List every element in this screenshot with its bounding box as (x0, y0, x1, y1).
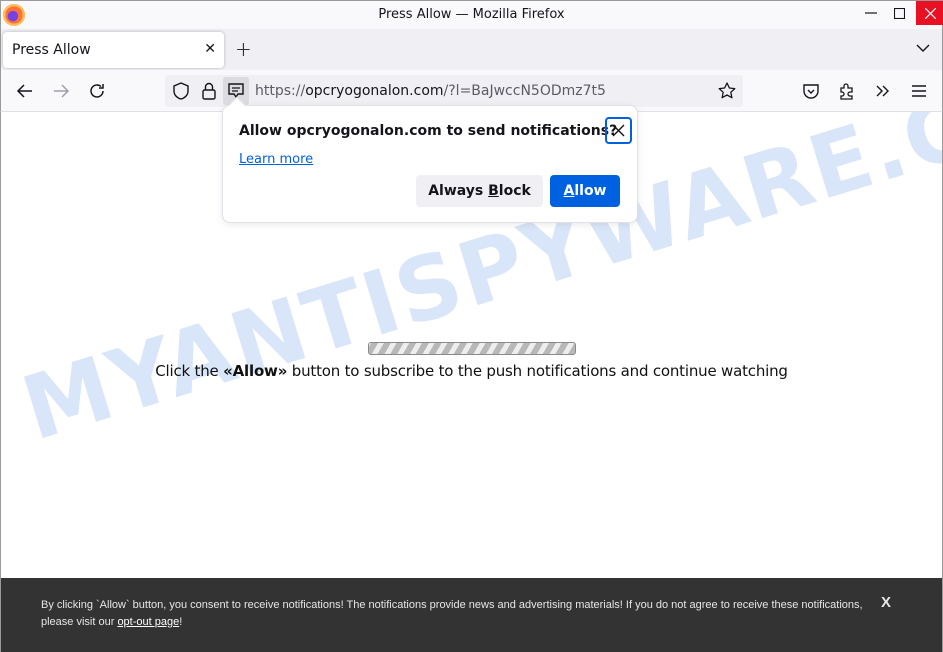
lock-icon[interactable] (199, 81, 219, 101)
tab-strip: Press Allow ✕ + (0, 29, 943, 70)
block-label-suffix: lock (498, 183, 531, 199)
overflow-chevrons-icon[interactable] (873, 81, 893, 101)
allow-label-suffix: llow (574, 183, 607, 199)
allow-button[interactable]: Allow (550, 175, 620, 207)
reload-icon[interactable] (87, 81, 107, 101)
pocket-icon[interactable] (801, 81, 821, 101)
learn-more-link[interactable]: Learn more (239, 152, 313, 167)
url-path: /?l=BaJwccN5ODmz7t5 (443, 83, 606, 99)
popup-message: Allow opcryogonalon.com to send notifica… (239, 123, 618, 139)
forward-arrow-icon[interactable] (51, 81, 71, 101)
consent-close-button[interactable]: X (881, 594, 891, 611)
url-text[interactable]: https://opcryogonalon.com/?l=BaJwccN5ODm… (255, 83, 606, 99)
window-title: Press Allow — Mozilla Firefox (378, 7, 565, 22)
consent-text-end: ! (179, 616, 183, 628)
cta-text-after: button to subscribe to the push notifica… (287, 362, 788, 380)
cta-text-before: Click the (155, 362, 224, 380)
opt-out-link[interactable]: opt-out page (117, 616, 179, 628)
new-tab-button[interactable]: + (235, 37, 252, 61)
minimize-icon (865, 12, 877, 14)
always-block-button[interactable]: Always Block (416, 175, 543, 207)
tab-press-allow[interactable]: Press Allow ✕ (3, 32, 224, 68)
close-icon (924, 7, 936, 19)
back-arrow-icon[interactable] (15, 81, 35, 101)
call-to-action-text: Click the «Allow» button to subscribe to… (1, 362, 942, 380)
allow-label-accel: A (563, 183, 575, 199)
notification-permission-popup: Allow opcryogonalon.com to send notifica… (222, 96, 638, 223)
cta-text-bold: «Allow» (223, 362, 288, 380)
bookmark-star-icon[interactable] (717, 81, 737, 101)
hamburger-menu-icon[interactable] (909, 81, 929, 101)
title-bar: Press Allow — Mozilla Firefox (0, 0, 943, 29)
list-all-tabs-chevron-icon[interactable] (913, 38, 933, 58)
block-label-accel: B (488, 183, 499, 199)
tab-title: Press Allow (12, 42, 91, 58)
url-host: opcryogonalon.com (305, 83, 444, 99)
url-bar[interactable]: https://opcryogonalon.com/?l=BaJwccN5ODm… (165, 75, 743, 107)
maximize-icon (893, 7, 905, 19)
maximize-button[interactable] (884, 1, 914, 25)
consent-banner: By clicking `Allow` button, you consent … (0, 578, 943, 652)
consent-text: By clicking `Allow` button, you consent … (41, 597, 881, 631)
loading-progress-bar (368, 342, 576, 355)
close-window-button[interactable] (916, 1, 943, 25)
tab-close-icon[interactable]: ✕ (204, 41, 216, 57)
minimize-button[interactable] (856, 1, 886, 25)
block-label-prefix: Always (428, 183, 489, 199)
shield-icon[interactable] (171, 81, 191, 101)
popup-close-button[interactable] (605, 117, 632, 144)
close-icon (612, 124, 625, 137)
url-scheme: https:// (255, 83, 306, 99)
extensions-icon[interactable] (837, 81, 857, 101)
